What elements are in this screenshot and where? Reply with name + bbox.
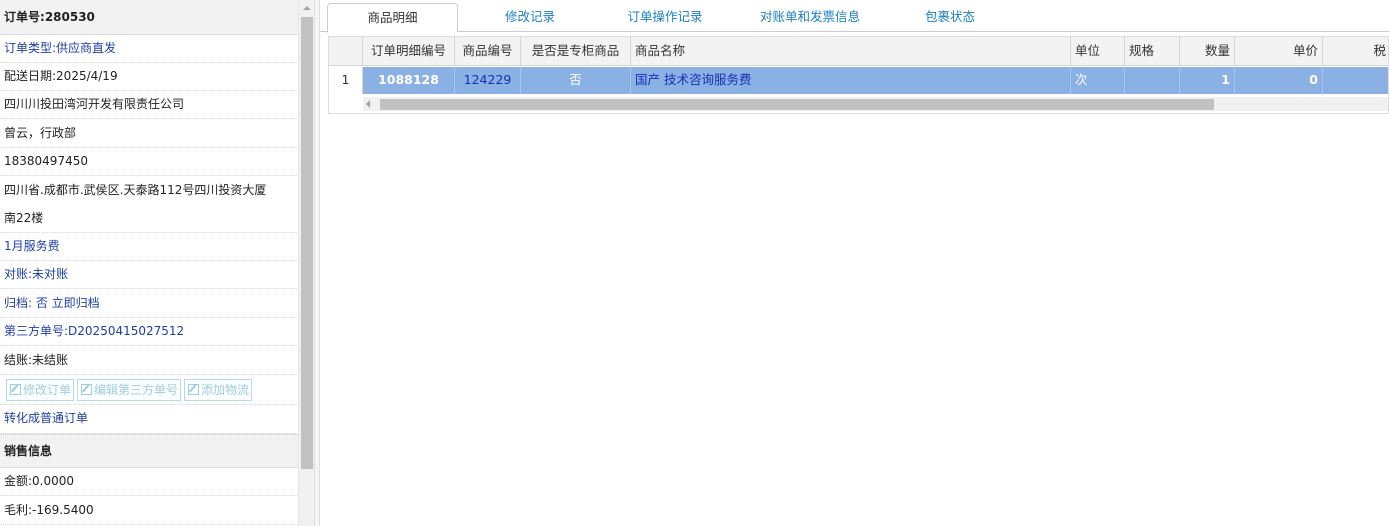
col-spec[interactable]: 规格 [1125,37,1180,65]
cell-is-counter[interactable]: 否 [521,67,631,94]
edit-icon [10,384,21,395]
tab-modification-log[interactable]: 修改记录 [480,3,580,32]
phone-number: 18380497450 [0,148,298,176]
convert-to-normal-order-link[interactable]: 转化成普通订单 [0,405,298,434]
sales-info-header: 销售信息 [0,434,298,468]
tab-product-details[interactable]: 商品明细 [327,3,458,33]
order-number-header: 订单号:280530 [0,0,298,35]
product-detail-grid: 订单明细编号 商品编号 是否是专柜商品 商品名称 单位 规格 数量 单价 税 1… [328,36,1389,114]
tab-bar: 商品明细 修改记录 订单操作记录 对账单和发票信息 包裹状态 [320,0,1389,33]
tab-package-status[interactable]: 包裹状态 [900,3,1000,32]
col-quantity[interactable]: 数量 [1180,37,1235,65]
order-info-panel: 订单号:280530 订单类型:供应商直发 配送日期:2025/4/19 四川川… [0,0,314,526]
detail-panel: 商品明细 修改记录 订单操作记录 对账单和发票信息 包裹状态 订单明细编号 商品… [320,0,1389,526]
third-party-number: 第三方单号:D20250415027512 [0,318,298,346]
tab-statement-invoice[interactable]: 对账单和发票信息 [735,3,885,32]
row-number-header [329,37,363,65]
col-product-name[interactable]: 商品名称 [631,37,1071,65]
edit-icon [81,384,93,395]
add-logistics-button[interactable]: 添加物流 [184,379,253,401]
action-button-bar: 修改订单 编辑第三方单号 添加物流 [0,376,298,405]
col-is-counter[interactable]: 是否是专柜商品 [521,37,631,65]
grid-header: 订单明细编号 商品编号 是否是专柜商品 商品名称 单位 规格 数量 单价 税 [329,37,1388,66]
col-detail-id[interactable]: 订单明细编号 [363,37,455,65]
left-panel-scrollbar[interactable] [298,0,314,526]
edit-order-button[interactable]: 修改订单 [6,379,75,401]
col-unit-price[interactable]: 单价 [1235,37,1323,65]
address-line-1: 四川省.成都市.武侯区.天泰路112号四川投资大厦 [4,183,267,197]
order-number-value: 280530 [44,10,95,24]
scroll-up-arrow-icon[interactable] [299,0,314,16]
delivery-address: 四川省.成都市.武侯区.天泰路112号四川投资大厦 南22楼 [0,176,298,233]
company-name: 四川川投田湾河开发有限责任公司 [0,91,298,119]
col-unit[interactable]: 单位 [1071,37,1125,65]
horizontal-scrollbar-thumb[interactable] [380,99,1214,110]
reconcile-status: 对账:未对账 [0,261,298,289]
cell-tax[interactable] [1323,67,1388,94]
scrollbar-thumb[interactable] [301,17,313,469]
order-type: 订单类型:供应商直发 [0,35,298,63]
tab-order-operation-log[interactable]: 订单操作记录 [610,3,720,32]
row-number: 1 [329,67,363,94]
contact-person: 曾云，行政部 [0,120,298,148]
address-line-2: 南22楼 [4,211,44,225]
edit-order-label: 修改订单 [23,383,72,397]
sales-margin: 毛利:-169.5400 [0,497,298,525]
cell-unit-price[interactable]: 0 [1235,67,1323,94]
edit-icon [188,384,200,395]
cell-product-name[interactable]: 国产 技术咨询服务费 [631,67,1071,94]
edit-third-party-button[interactable]: 编辑第三方单号 [77,379,182,401]
sales-amount: 金额:0.0000 [0,468,298,496]
cell-quantity[interactable]: 1 [1180,67,1235,94]
edit-third-party-label: 编辑第三方单号 [94,383,179,397]
archive-status[interactable]: 归档: 否 立即归档 [0,290,298,318]
cell-product-id[interactable]: 124229 [455,67,521,94]
settle-status: 结账:未结账 [0,347,298,375]
scroll-left-arrow-icon[interactable] [366,100,370,108]
add-logistics-label: 添加物流 [201,383,250,397]
delivery-date: 配送日期:2025/4/19 [0,63,298,91]
order-number-label: 订单号: [4,10,45,24]
cell-detail-id[interactable]: 1088128 [363,67,455,94]
grid-horizontal-scrollbar[interactable] [363,97,1388,111]
order-remark: 1月服务费 [0,233,298,261]
col-tax[interactable]: 税 [1323,37,1388,65]
cell-spec[interactable] [1125,67,1180,94]
table-row[interactable]: 1 1088128 124229 否 国产 技术咨询服务费 次 1 0 [329,67,1388,94]
col-product-id[interactable]: 商品编号 [455,37,521,65]
cell-unit[interactable]: 次 [1071,67,1125,94]
